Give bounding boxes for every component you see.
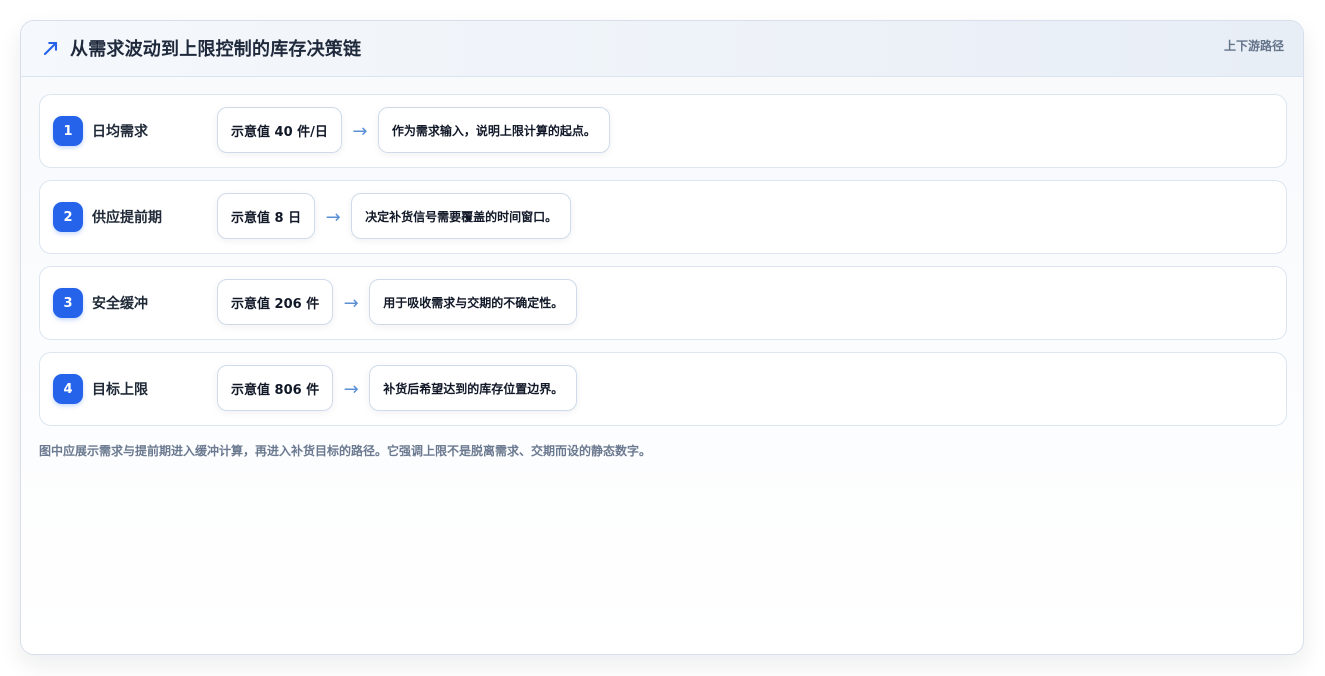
step-flow: 示意值 806 件 → 补货后希望达到的库存位置边界。	[217, 365, 578, 411]
step-row-1: 1 日均需求 示意值 40 件/日 → 作为需求输入，说明上限计算的起点。	[39, 94, 1287, 168]
value-chip: 示意值 206 件	[217, 279, 334, 325]
right-arrow-icon: →	[343, 292, 359, 314]
step-number-badge: 4	[53, 374, 83, 404]
explanatory-note: 图中应展示需求与提前期进入缓冲计算，再进入补货目标的路径。它强调上限不是脱离需求…	[39, 444, 652, 458]
step-number-badge: 2	[53, 202, 83, 232]
step-label: 供应提前期	[92, 210, 162, 226]
path-label: 上下游路径	[1223, 39, 1284, 53]
right-arrow-icon: →	[352, 120, 368, 142]
step-flow: 示意值 8 日 → 决定补货信号需要覆盖的时间窗口。	[217, 193, 572, 239]
inventory-decision-chain-panel: 从需求波动到上限控制的库存决策链 上下游路径 1 日均需求 示意值 40 件/日…	[20, 20, 1304, 655]
value-chip: 示意值 806 件	[217, 365, 334, 411]
step-number-badge: 1	[53, 116, 83, 146]
description-chip: 作为需求输入，说明上限计算的起点。	[377, 107, 610, 153]
step-row-3: 3 安全缓冲 示意值 206 件 → 用于吸收需求与交期的不确定性。	[39, 266, 1287, 340]
step-number-badge: 3	[53, 288, 83, 318]
step-label: 日均需求	[92, 124, 148, 140]
right-arrow-icon: →	[325, 206, 341, 228]
right-arrow-icon: →	[343, 378, 359, 400]
step-label: 安全缓冲	[92, 296, 148, 312]
panel-header: 从需求波动到上限控制的库存决策链 上下游路径	[21, 21, 1303, 77]
decision-steps-list: 1 日均需求 示意值 40 件/日 → 作为需求输入，说明上限计算的起点。 2 …	[39, 94, 1287, 438]
value-chip: 示意值 8 日	[217, 193, 316, 239]
description-chip: 用于吸收需求与交期的不确定性。	[369, 279, 578, 325]
title-group: 从需求波动到上限控制的库存决策链	[41, 35, 361, 61]
description-chip: 补货后希望达到的库存位置边界。	[369, 365, 578, 411]
step-label: 目标上限	[92, 382, 148, 398]
step-row-4: 4 目标上限 示意值 806 件 → 补货后希望达到的库存位置边界。	[39, 352, 1287, 426]
step-flow: 示意值 40 件/日 → 作为需求输入，说明上限计算的起点。	[217, 107, 610, 153]
trend-up-arrow-icon	[41, 38, 61, 58]
step-flow: 示意值 206 件 → 用于吸收需求与交期的不确定性。	[217, 279, 578, 325]
description-chip: 决定补货信号需要覆盖的时间窗口。	[351, 193, 572, 239]
value-chip: 示意值 40 件/日	[217, 107, 342, 153]
panel-title: 从需求波动到上限控制的库存决策链	[70, 39, 362, 60]
step-row-2: 2 供应提前期 示意值 8 日 → 决定补货信号需要覆盖的时间窗口。	[39, 180, 1287, 254]
